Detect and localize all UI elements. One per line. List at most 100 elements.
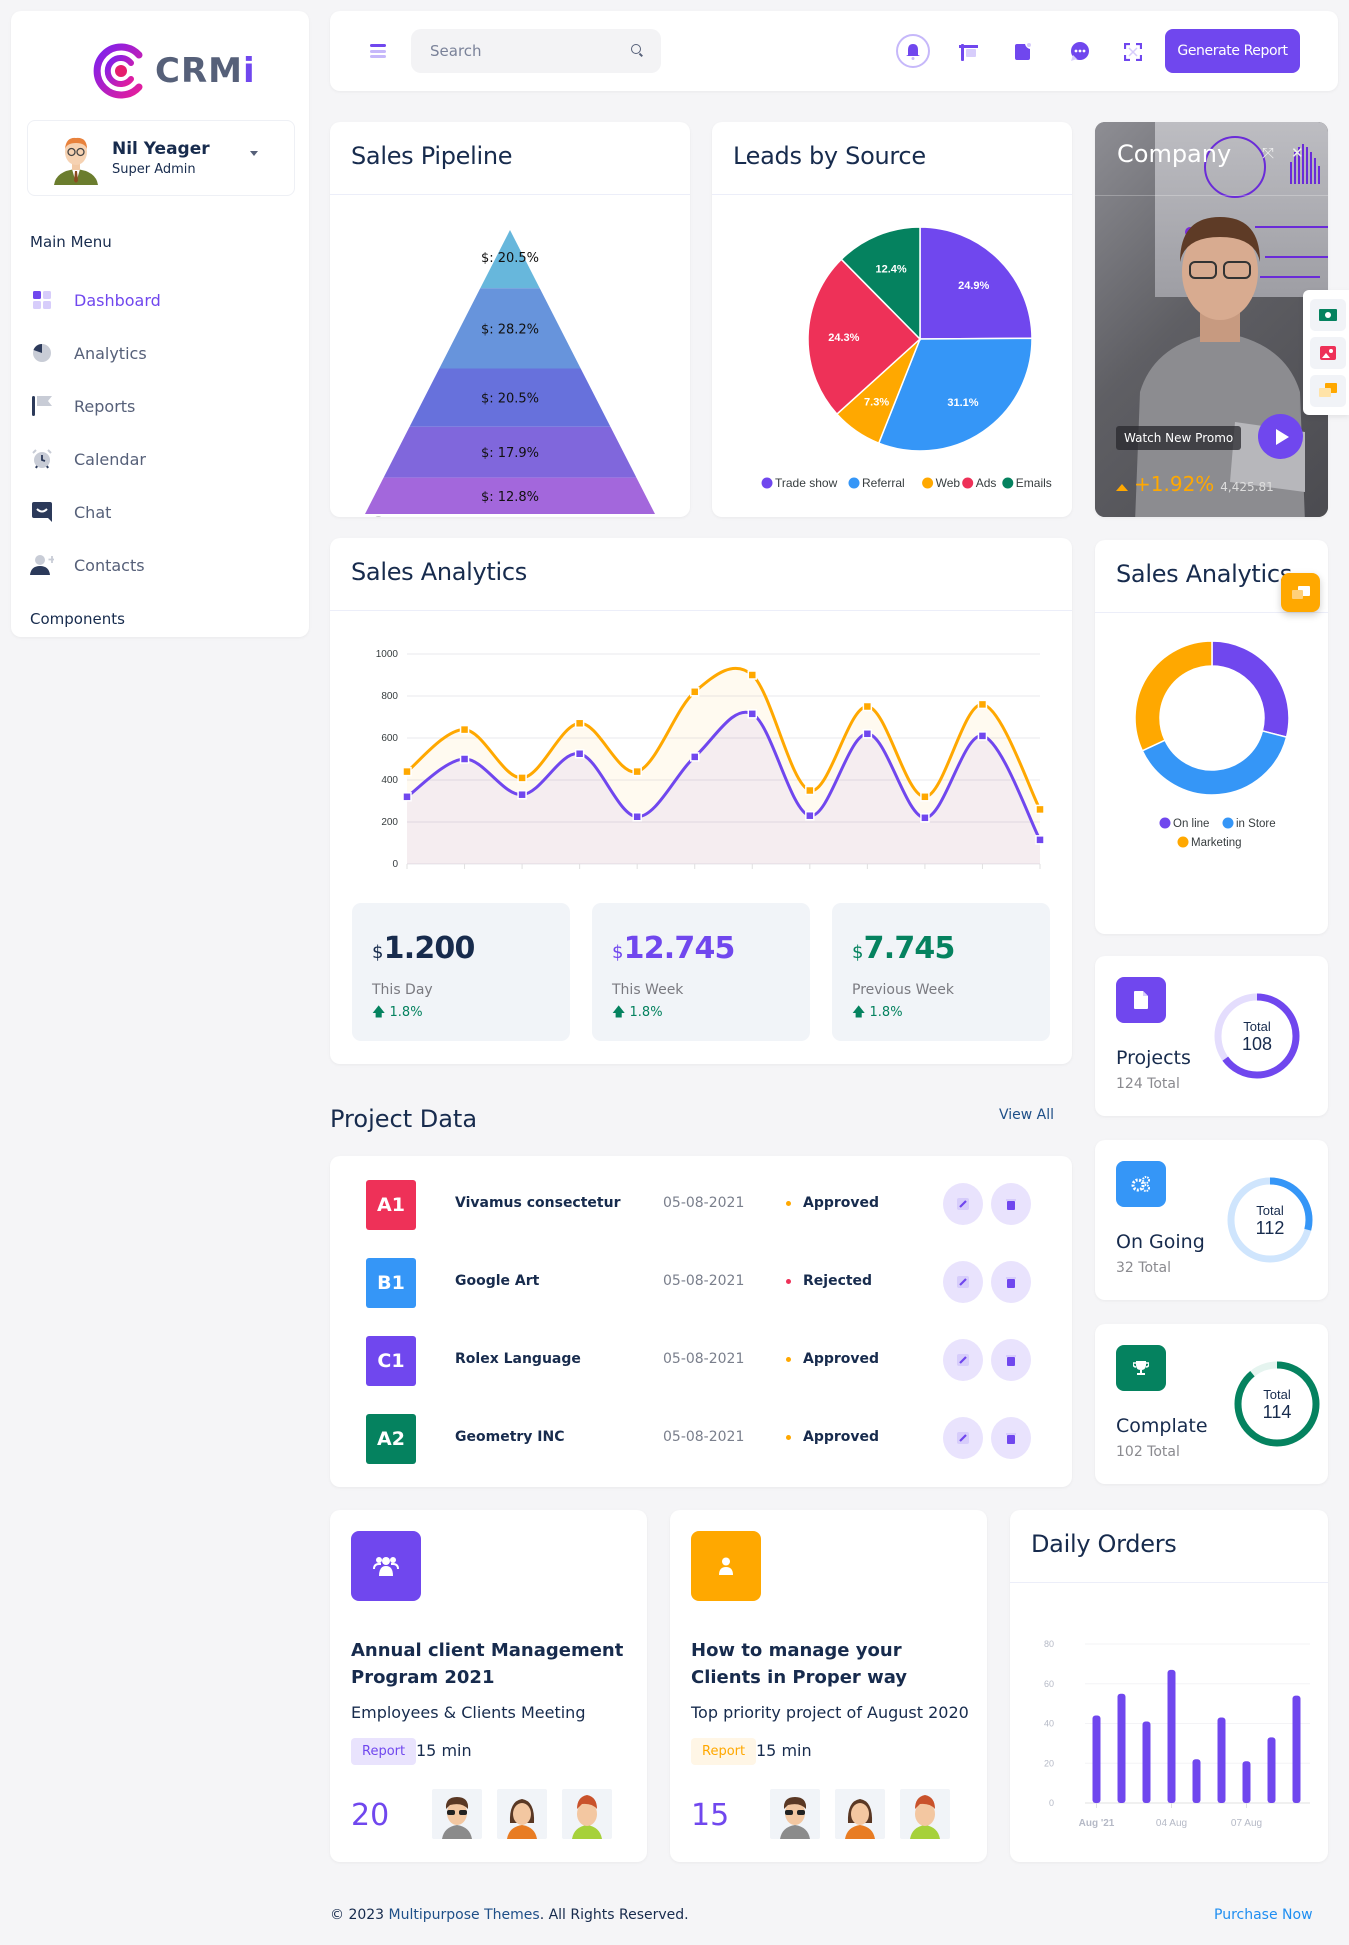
pyramid-label: $: 28.2% (481, 322, 539, 337)
pie-data-label: 7.3% (864, 397, 889, 409)
project-date: 05-08-2021 (663, 1195, 745, 1211)
sidebar-item-reports[interactable]: Reports (30, 390, 290, 422)
y-tick-label: 0 (1049, 1798, 1054, 1808)
chevron-down-icon[interactable] (250, 151, 258, 156)
data-point (747, 709, 758, 719)
play-button[interactable] (1258, 414, 1303, 459)
watch-promo-label[interactable]: Watch New Promo (1116, 426, 1242, 450)
status-badge: Approved (786, 1351, 879, 1367)
menu-toggle-icon[interactable] (370, 44, 386, 58)
user-profile[interactable]: Nil Yeager Super Admin (27, 120, 295, 196)
note-icon[interactable] (1006, 35, 1040, 69)
company-link[interactable]: Multipurpose Themes (389, 1907, 540, 1923)
y-tick-label: 0 (392, 859, 398, 870)
gears-icon (1116, 1161, 1166, 1207)
delete-button[interactable] (991, 1339, 1031, 1381)
legend-marker (761, 477, 773, 489)
event-card: How to manage your Clients in Proper way… (670, 1510, 987, 1862)
components-heading[interactable]: Components (30, 610, 125, 628)
edit-button[interactable] (943, 1417, 983, 1459)
pie-chart: 24.9% 31.1% 7.3% 24.3% 12.4% Trade show Referr… (761, 226, 1052, 490)
stat-this-week: $12.745 This Week 🡅 1.8% (592, 903, 810, 1041)
counter-name: Complate (1116, 1415, 1208, 1437)
flag-icon[interactable] (952, 35, 986, 69)
close-icon[interactable]: ✕ (1291, 144, 1304, 162)
chat-bubbles-icon[interactable] (1310, 375, 1346, 407)
view-all-link[interactable]: View All (999, 1107, 1054, 1123)
avatar (770, 1789, 820, 1839)
pie-data-label: 24.9% (958, 280, 989, 292)
company-value: 4,425.81 (1220, 480, 1274, 494)
pie-chart-icon (30, 341, 54, 365)
stat-label: This Week (612, 982, 684, 998)
crm-logo-icon (93, 43, 143, 99)
card-title: Sales Pipeline (330, 122, 690, 195)
stat-change: 🡅 1.8% (852, 1005, 903, 1020)
edit-button[interactable] (943, 1339, 983, 1381)
project-badge: A2 (366, 1414, 416, 1464)
generate-report-button[interactable]: Generate Report (1165, 29, 1300, 73)
stat-amount: $7.745 (852, 931, 955, 966)
trash-icon (1006, 1199, 1016, 1210)
delete-button[interactable] (991, 1183, 1031, 1225)
project-badge: B1 (366, 1258, 416, 1308)
trophy-icon (1116, 1345, 1166, 1391)
table-row: A1 Vivamus consectetur 05-08-2021 Approv… (330, 1180, 1072, 1240)
brand-name: CRMi (155, 51, 256, 91)
pyramid-label: $: 20.5% (481, 392, 539, 407)
chat-bubbles-icon[interactable] (1281, 573, 1320, 612)
bar (1092, 1715, 1101, 1803)
image-icon[interactable] (1310, 337, 1346, 369)
ring-label: Total 112 (1255, 1203, 1285, 1238)
avatar (900, 1789, 950, 1839)
sidebar-item-calendar[interactable]: Calendar (30, 443, 290, 475)
card-title: Leads by Source (712, 122, 1072, 195)
data-point (977, 699, 988, 710)
user-role: Super Admin (112, 162, 196, 177)
purchase-now-link[interactable]: Purchase Now (1214, 1907, 1313, 1923)
message-icon[interactable] (1062, 35, 1096, 69)
sidebar-item-analytics[interactable]: Analytics (30, 337, 290, 369)
edit-button[interactable] (943, 1261, 983, 1303)
sidebar-item-chat[interactable]: Chat (30, 496, 290, 528)
bell-icon[interactable] (896, 34, 930, 68)
sales-pipeline-card: Sales Pipeline $: 20.5% $: 28.2% $: 20.5% $… (330, 122, 690, 517)
search-input[interactable] (411, 29, 601, 73)
sidebar-item-contacts[interactable]: Contacts (30, 549, 290, 581)
project-badge: A1 (366, 1180, 416, 1230)
delete-button[interactable] (991, 1417, 1031, 1459)
edit-button[interactable] (943, 1183, 983, 1225)
company-stat: +1.92% 4,425.81 (1116, 472, 1274, 496)
legend-label: in Store (1236, 818, 1276, 830)
money-icon[interactable] (1310, 299, 1346, 331)
legend-label: Emails (1016, 476, 1052, 490)
daily-orders-card: Daily Orders 0 20 40 60 80 Aug '21 04 Aug 07 Au… (1010, 1510, 1328, 1862)
project-date: 05-08-2021 (663, 1429, 745, 1445)
expand-icon[interactable]: ⤧ (1262, 144, 1274, 162)
brand-logo[interactable]: CRMi (91, 41, 256, 101)
x-tick-label: 07 Aug (1231, 1818, 1262, 1829)
y-tick-label: 600 (381, 733, 398, 744)
fullscreen-icon[interactable] (1116, 35, 1150, 69)
stat-amount: $1.200 (372, 931, 475, 966)
pyramid-chart: $: 20.5% $: 28.2% $: 20.5% $: 17.9% $: 12.8% (365, 230, 655, 517)
status-badge: Approved (786, 1429, 879, 1445)
bar (1192, 1759, 1201, 1803)
stat-change: 🡅 1.8% (372, 1005, 423, 1020)
legend-marker (1177, 836, 1189, 848)
y-tick-label: 40 (1044, 1719, 1054, 1729)
table-row: C1 Rolex Language 05-08-2021 Approved (330, 1336, 1072, 1396)
report-tag[interactable]: Report (691, 1738, 757, 1765)
counter-projects: Projects 124 Total Total 108 (1095, 956, 1328, 1116)
y-tick-label: 200 (381, 817, 398, 828)
report-tag[interactable]: Report (351, 1738, 417, 1765)
status-badge: Approved (786, 1195, 879, 1211)
donut-chart: On line in Store Marketing (1134, 640, 1290, 849)
sidebar-item-dashboard[interactable]: Dashboard (30, 284, 290, 316)
chat-icon (30, 500, 54, 524)
data-point (517, 773, 527, 783)
add-user-icon (30, 553, 54, 577)
project-data-table: A1 Vivamus consectetur 05-08-2021 Approv… (330, 1156, 1072, 1487)
delete-button[interactable] (991, 1261, 1031, 1303)
search-icon[interactable] (631, 44, 641, 54)
